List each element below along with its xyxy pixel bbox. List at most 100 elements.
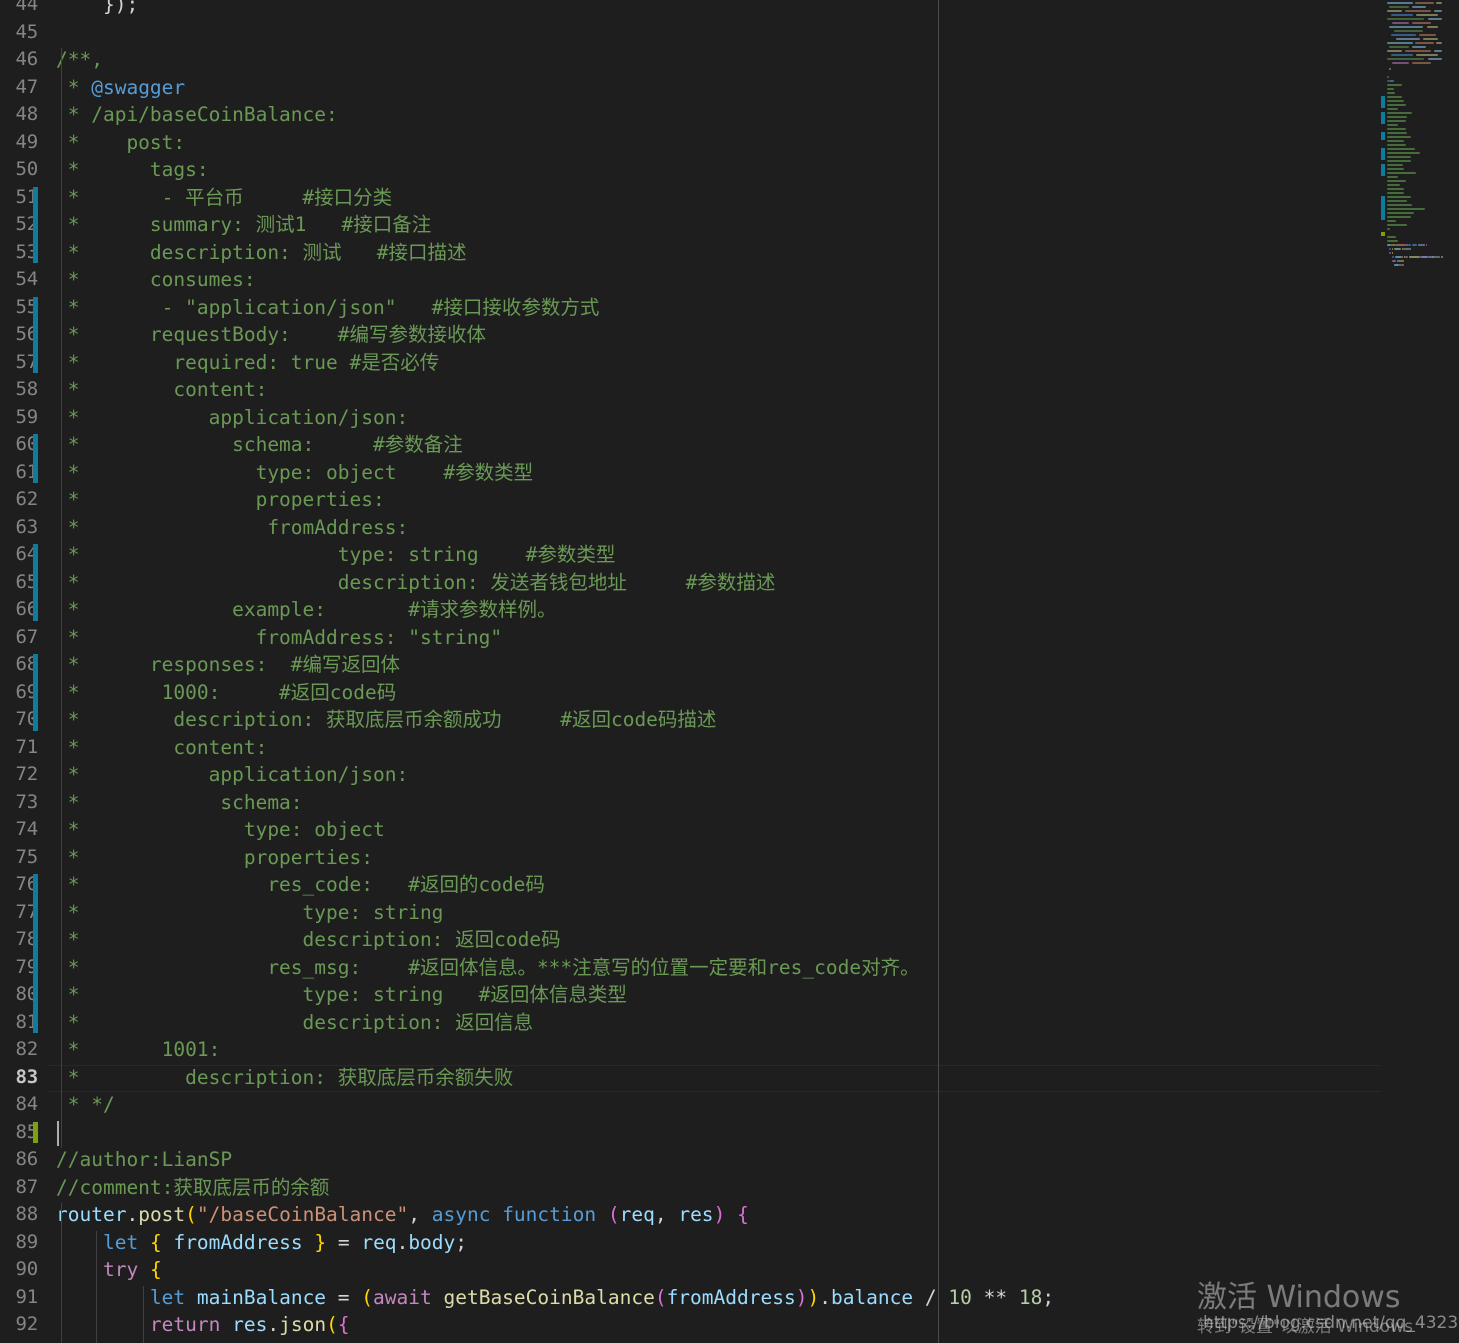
code-line-49[interactable]: * post: [56, 129, 185, 157]
line-number-73[interactable]: 73 [0, 789, 39, 817]
code-line-53[interactable]: * description: 测试 #接口描述 [56, 239, 467, 267]
code-line-55[interactable]: * - "application/json" #接口接收参数方式 [56, 294, 600, 322]
minimap-row [1387, 220, 1396, 222]
code-line-71[interactable]: * content: [56, 734, 268, 762]
minimap-row [1387, 172, 1417, 174]
line-number-92[interactable]: 92 [0, 1311, 39, 1339]
minimap-row [1405, 50, 1431, 52]
code-line-80[interactable]: * type: string #返回体信息类型 [56, 981, 627, 1009]
line-number-46[interactable]: 46 [0, 46, 39, 74]
code-line-57[interactable]: * required: true #是否必传 [56, 349, 440, 377]
line-number-63[interactable]: 63 [0, 514, 39, 542]
code-minimap[interactable] [1381, 0, 1445, 1343]
vertical-scrollbar[interactable] [1445, 0, 1459, 1343]
line-number-45[interactable]: 45 [0, 19, 39, 47]
code-line-74[interactable]: * type: object [56, 816, 385, 844]
line-number-87[interactable]: 87 [0, 1174, 39, 1202]
code-line-58[interactable]: * content: [56, 376, 268, 404]
token: * res_code: #返回的code码 [56, 873, 545, 896]
code-line-54[interactable]: * consumes: [56, 266, 256, 294]
code-line-77[interactable]: * type: string [56, 899, 444, 927]
token: * summary: 测试1 #接口备注 [56, 213, 432, 236]
code-line-75[interactable]: * properties: [56, 844, 373, 872]
code-line-73[interactable]: * schema: [56, 789, 303, 817]
code-line-63[interactable]: * fromAddress: [56, 514, 408, 542]
code-line-72[interactable]: * application/json: [56, 761, 408, 789]
minimap-diff-added [1381, 232, 1385, 236]
minimap-row [1387, 108, 1398, 110]
token: "/baseCoinBalance" [196, 1203, 409, 1226]
line-number-88[interactable]: 88 [0, 1201, 39, 1229]
token: fromAddress [666, 1285, 796, 1309]
line-number-84[interactable]: 84 [0, 1091, 39, 1119]
line-number-72[interactable]: 72 [0, 761, 39, 789]
line-number-91[interactable]: 91 [0, 1284, 39, 1312]
code-line-78[interactable]: * description: 返回code码 [56, 926, 561, 954]
code-line-51[interactable]: * - 平台币 #接口分类 [56, 184, 392, 212]
minimap-row [1387, 84, 1402, 86]
code-line-81[interactable]: * description: 返回信息 [56, 1009, 533, 1037]
line-number-82[interactable]: 82 [0, 1036, 39, 1064]
token: * requestBody: #编写参数接收体 [56, 323, 486, 346]
code-line-66[interactable]: * example: #请求参数样例。 [56, 596, 557, 624]
token: * description: 获取底层币余额失败 [56, 1065, 514, 1089]
minimap-row [1387, 92, 1396, 94]
code-line-89[interactable]: let { fromAddress } = req.body; [56, 1229, 467, 1257]
line-number-67[interactable]: 67 [0, 624, 39, 652]
line-number-62[interactable]: 62 [0, 486, 39, 514]
code-line-68[interactable]: * responses: #编写返回体 [56, 651, 400, 679]
code-line-83[interactable]: * description: 获取底层币余额失败 [56, 1064, 514, 1092]
line-number-47[interactable]: 47 [0, 74, 39, 102]
code-line-67[interactable]: * fromAddress: "string" [56, 624, 502, 652]
code-editor[interactable]: }); / **, * @swagger * /api/baseCoinBalanc… [0, 0, 1459, 1343]
minimap-row [1410, 248, 1412, 250]
fold-gutter[interactable] [48, 0, 70, 1343]
token: * type: string [56, 900, 444, 924]
code-line-48[interactable]: * /api/baseCoinBalance: [56, 101, 338, 129]
code-line-50[interactable]: * tags: [56, 156, 209, 184]
token: getBaseCoinBalance [443, 1285, 655, 1309]
code-line-59[interactable]: * application/json: [56, 404, 408, 432]
code-line-79[interactable]: * res_msg: #返回体信息。***注意写的位置一定要和res_code对… [56, 954, 920, 982]
line-number-50[interactable]: 50 [0, 156, 39, 184]
code-line-87[interactable]: //comment:获取底层币的余额 [56, 1174, 329, 1202]
line-number-44[interactable]: 44 [0, 0, 39, 19]
line-number-90[interactable]: 90 [0, 1256, 39, 1284]
code-line-92[interactable]: return res.json({ [56, 1311, 350, 1339]
code-line-65[interactable]: * description: 发送者钱包地址 #参数描述 [56, 569, 776, 597]
code-line-62[interactable]: * properties: [56, 486, 385, 514]
code-line-56[interactable]: * requestBody: #编写参数接收体 [56, 321, 486, 349]
code-line-60[interactable]: * schema: #参数备注 [56, 431, 463, 459]
code-line-93[interactable]: res_code: "1000" [56, 1339, 385, 1343]
line-number-49[interactable]: 49 [0, 129, 39, 157]
line-number-75[interactable]: 75 [0, 844, 39, 872]
code-line-82[interactable]: * 1001: [56, 1036, 221, 1064]
code-line-91[interactable]: let mainBalance = (await getBaseCoinBala… [56, 1284, 1054, 1312]
line-number-89[interactable]: 89 [0, 1229, 39, 1257]
code-line-64[interactable]: * type: string #参数类型 [56, 541, 616, 569]
code-line-70[interactable]: * description: 获取底层币余额成功 #返回code码描述 [56, 706, 717, 734]
code-line-76[interactable]: * res_code: #返回的code码 [56, 871, 545, 899]
code-line-88[interactable]: router.post("/baseCoinBalance", async fu… [56, 1201, 749, 1229]
token: ( [185, 1203, 197, 1226]
code-line-61[interactable]: * type: object #参数类型 [56, 459, 533, 487]
line-number-74[interactable]: 74 [0, 816, 39, 844]
minimap-row [1387, 128, 1406, 130]
code-line-86[interactable]: //author:LianSP [56, 1146, 232, 1174]
line-number-59[interactable]: 59 [0, 404, 39, 432]
line-number-71[interactable]: 71 [0, 734, 39, 762]
line-number-54[interactable]: 54 [0, 266, 39, 294]
code-content[interactable]: }); / **, * @swagger * /api/baseCoinBalanc… [0, 0, 1381, 1343]
token: * properties: [56, 488, 385, 511]
code-line-52[interactable]: * summary: 测试1 #接口备注 [56, 211, 432, 239]
code-line-90[interactable]: try { [56, 1256, 162, 1284]
minimap-row [1415, 54, 1438, 56]
code-line-69[interactable]: * 1000: #返回code码 [56, 679, 397, 707]
minimap-row [1387, 124, 1399, 126]
line-number-48[interactable]: 48 [0, 101, 39, 129]
line-number-83[interactable]: 83 [0, 1064, 39, 1092]
token: //author:LianSP [56, 1148, 233, 1171]
line-number-58[interactable]: 58 [0, 376, 39, 404]
code-line-47[interactable]: * @swagger [56, 74, 185, 102]
line-number-86[interactable]: 86 [0, 1146, 39, 1174]
